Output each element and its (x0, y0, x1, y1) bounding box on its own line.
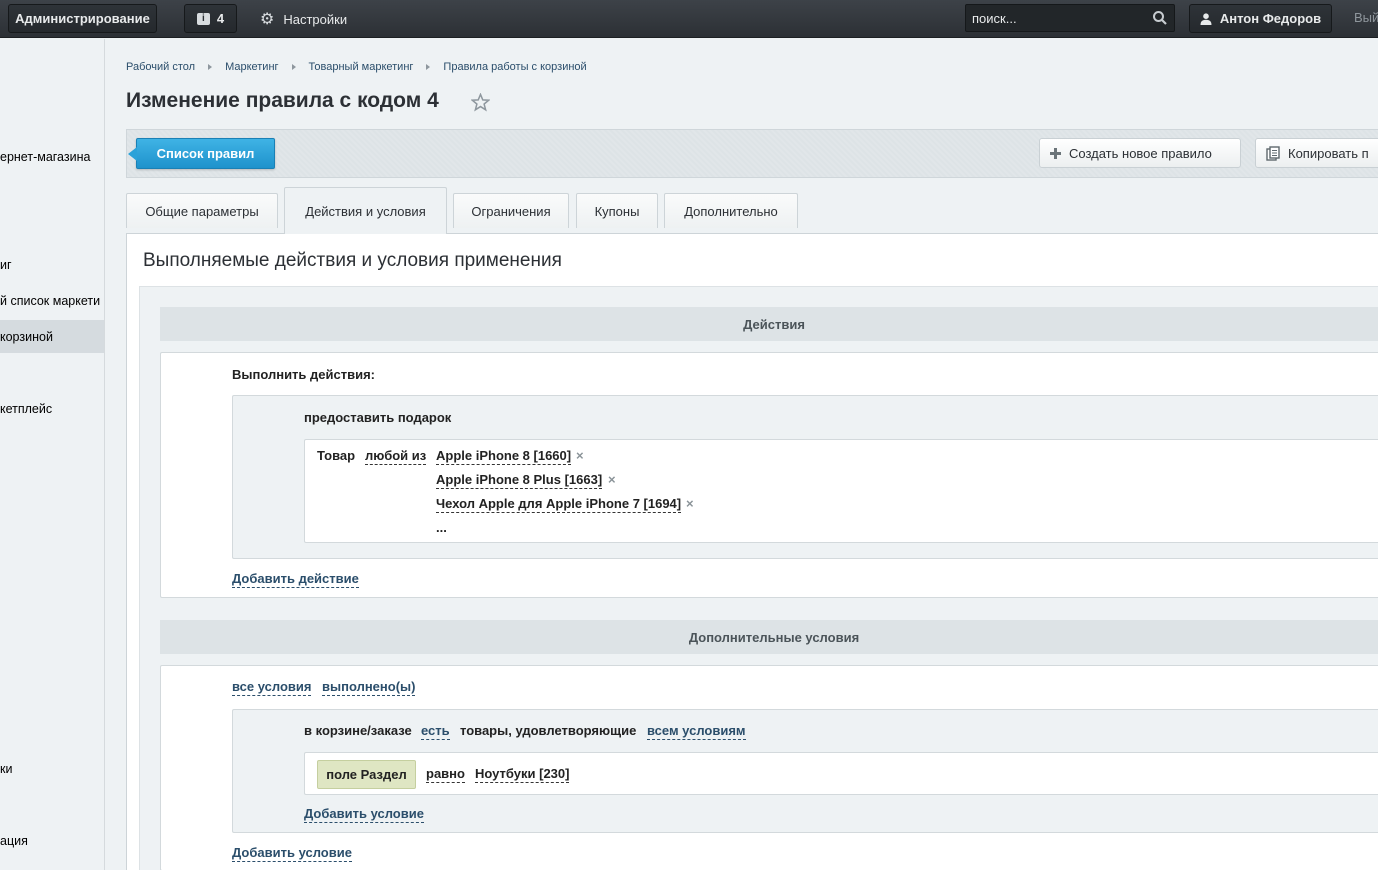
gear-icon: ⚙ (260, 11, 275, 28)
menu-item[interactable]: й список маркети (0, 284, 104, 317)
add-condition-link[interactable]: Добавить условие (232, 845, 352, 862)
plus-icon (1050, 147, 1061, 159)
product-item[interactable]: Apple iPhone 8 [1660] (436, 448, 572, 465)
breadcrumb-item[interactable]: Рабочий стол (126, 61, 195, 73)
breadcrumb-arrow-icon (208, 64, 213, 70)
copy-label: Копировать п (1288, 145, 1369, 161)
toolbar: Список правил Создать новое правило Копи… (126, 129, 1378, 178)
menu-item-active[interactable]: корзиной (0, 320, 104, 353)
breadcrumb-item[interactable]: Правила работы с корзиной (443, 61, 586, 73)
actions-block: Выполнить действия: предоставить подарок… (160, 352, 1378, 598)
tab-restrictions[interactable]: Ограничения (453, 193, 569, 228)
conditions-header: Дополнительные условия (160, 620, 1378, 654)
menu-item[interactable]: ки (0, 752, 104, 785)
administration-button[interactable]: Администрирование (8, 4, 157, 33)
notifications-count: 4 (216, 11, 225, 26)
breadcrumb: Рабочий стол Маркетинг Товарный маркетин… (126, 61, 587, 73)
breadcrumb-item[interactable]: Маркетинг (225, 61, 278, 73)
rule-editor: Действия Выполнить действия: предоставит… (139, 286, 1378, 870)
logout-link[interactable]: Вый (1354, 10, 1378, 25)
settings-link[interactable]: ⚙ Настройки (260, 0, 347, 38)
search-box (965, 4, 1175, 32)
any-of-selector[interactable]: любой из (365, 448, 427, 465)
create-rule-button[interactable]: Создать новое правило (1039, 138, 1241, 168)
breadcrumb-arrow-icon (426, 64, 431, 70)
tab-actions-conditions[interactable]: Действия и условия (284, 187, 447, 234)
tab-coupons[interactable]: Купоны (576, 193, 658, 228)
cart-condition-group: в корзине/заказе есть товары, удовлетвор… (232, 709, 1378, 833)
add-inner-condition-link[interactable]: Добавить условие (304, 806, 424, 823)
all-conditions-selector[interactable]: все условия (232, 679, 312, 696)
user-button[interactable]: Антон Федоров (1189, 4, 1332, 33)
more-products[interactable]: ... (436, 520, 447, 535)
equals-selector[interactable]: равно (426, 766, 465, 783)
section-title: Выполняемые действия и условия применени… (143, 250, 562, 271)
product-item[interactable]: Apple iPhone 8 Plus [1663] (436, 472, 603, 489)
search-input[interactable] (966, 5, 1146, 31)
remove-icon[interactable]: × (686, 496, 694, 511)
fulfilled-selector[interactable]: выполнено(ы) (322, 679, 416, 696)
product-label: Товар (317, 448, 356, 463)
menu-item[interactable]: кетплейс (0, 392, 104, 425)
tab-additional[interactable]: Дополнительно (664, 193, 798, 228)
menu-item[interactable]: ернет-магазина (0, 140, 104, 173)
page-title: Изменение правила с кодом 4 (126, 89, 439, 112)
tab-general[interactable]: Общие параметры (126, 193, 278, 228)
menu-item[interactable]: иг (0, 248, 104, 281)
search-icon[interactable] (1152, 10, 1168, 26)
field-section-tag[interactable]: поле Раздел (317, 760, 416, 789)
gift-action-group: предоставить подарок Товар любой из Appl… (232, 395, 1378, 559)
breadcrumb-item[interactable]: Товарный маркетинг (309, 61, 414, 73)
section-condition: поле Раздел равно Ноутбуки [230] (304, 752, 1378, 795)
create-rule-label: Создать новое правило (1069, 145, 1212, 161)
matching-label: товары, удовлетворяющие (460, 723, 637, 738)
remove-icon[interactable]: × (608, 472, 616, 487)
breadcrumb-arrow-icon (291, 64, 296, 70)
rules-list-button[interactable]: Список правил (128, 138, 275, 169)
remove-icon[interactable]: × (576, 448, 584, 463)
menu-item[interactable]: ация (0, 824, 104, 857)
in-cart-label: в корзине/заказе (304, 723, 412, 738)
execute-actions-label: Выполнить действия: (232, 367, 375, 382)
notification-icon: i (196, 12, 210, 25)
actions-header: Действия (160, 307, 1378, 341)
content-panel: Выполняемые действия и условия применени… (126, 233, 1378, 870)
conditions-block: все условия выполнено(ы) в корзине/заказ… (160, 665, 1378, 870)
copy-button[interactable]: Копировать п (1255, 138, 1378, 168)
user-icon (1200, 12, 1212, 25)
left-menu: ернет-магазина иг й список маркети корзи… (0, 39, 105, 870)
settings-label: Настройки (283, 11, 348, 27)
add-action-link[interactable]: Добавить действие (232, 571, 359, 588)
copy-icon (1266, 145, 1280, 161)
gift-action-label: предоставить подарок (304, 410, 452, 425)
all-cond-selector[interactable]: всем условиям (647, 723, 746, 740)
exists-selector[interactable]: есть (421, 723, 450, 740)
top-bar: Администрирование i 4 ⚙ Настройки Антон … (0, 0, 1378, 38)
user-name: Антон Федоров (1219, 11, 1322, 26)
star-icon[interactable] (471, 93, 490, 112)
notifications-button[interactable]: i 4 (184, 4, 237, 33)
product-condition: Товар любой из Apple iPhone 8 [1660] × A… (304, 439, 1378, 543)
product-item[interactable]: Чехол Apple для Apple iPhone 7 [1694] (436, 496, 682, 513)
section-value[interactable]: Ноутбуки [230] (475, 766, 570, 783)
